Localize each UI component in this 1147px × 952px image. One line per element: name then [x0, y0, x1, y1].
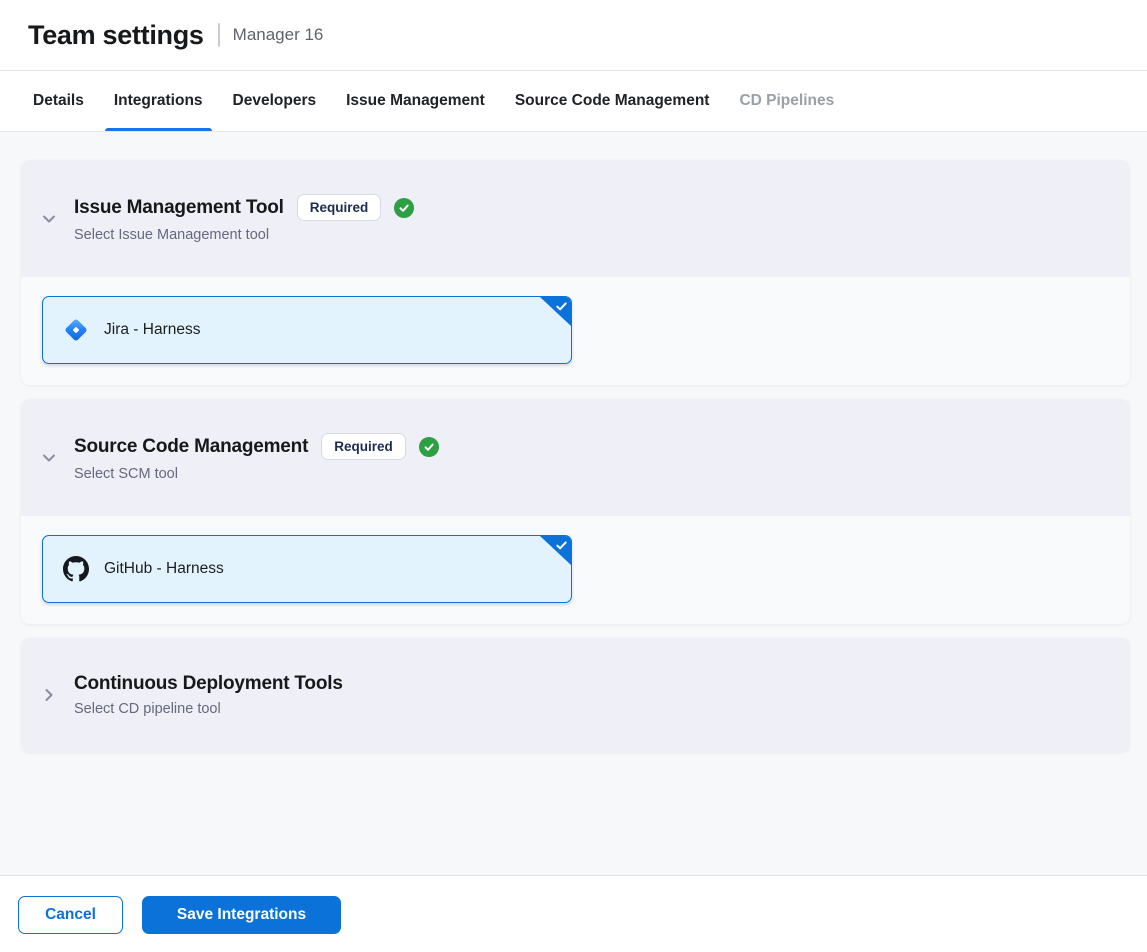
chevron-down-icon	[41, 211, 57, 227]
option-card-jira-harness[interactable]: Jira - Harness	[42, 296, 572, 364]
page-title: Team settings	[28, 20, 204, 51]
tab-bar: Details Integrations Developers Issue Ma…	[0, 71, 1147, 132]
section-issue-management-tool: Issue Management Tool Required Select Is…	[21, 160, 1130, 385]
section-subtitle: Select Issue Management tool	[74, 227, 414, 243]
tab-details[interactable]: Details	[24, 71, 93, 131]
option-card-github-harness[interactable]: GitHub - Harness	[42, 535, 572, 603]
cancel-button[interactable]: Cancel	[18, 896, 123, 934]
section-title: Continuous Deployment Tools	[74, 673, 343, 695]
section-body: Jira - Harness	[21, 277, 1130, 385]
title-separator	[218, 23, 220, 47]
github-icon	[63, 556, 89, 582]
tab-integrations[interactable]: Integrations	[105, 71, 212, 131]
section-header-cd-tools[interactable]: Continuous Deployment Tools Select CD pi…	[21, 638, 1130, 752]
tab-issue-management[interactable]: Issue Management	[337, 71, 494, 131]
tab-cd-pipelines: CD Pipelines	[730, 71, 843, 131]
selected-check-icon	[540, 297, 571, 326]
section-header-scm[interactable]: Source Code Management Required Select S…	[21, 399, 1130, 516]
section-subtitle: Select SCM tool	[74, 466, 439, 482]
chevron-down-icon	[41, 450, 57, 466]
required-badge: Required	[297, 194, 382, 221]
section-subtitle: Select CD pipeline tool	[74, 701, 343, 717]
section-title: Source Code Management	[74, 436, 308, 458]
jira-icon	[63, 317, 89, 343]
option-label: Jira - Harness	[104, 321, 200, 339]
chevron-right-icon	[41, 687, 57, 703]
required-badge: Required	[321, 433, 406, 460]
integrations-panel: Issue Management Tool Required Select Is…	[0, 132, 1147, 875]
page-header: Team settings Manager 16	[0, 0, 1147, 71]
tab-source-code-management[interactable]: Source Code Management	[506, 71, 719, 131]
selected-check-icon	[540, 536, 571, 565]
check-circle-icon	[394, 198, 414, 218]
save-integrations-button[interactable]: Save Integrations	[142, 896, 341, 934]
option-label: GitHub - Harness	[104, 560, 224, 578]
section-continuous-deployment-tools: Continuous Deployment Tools Select CD pi…	[21, 638, 1130, 752]
section-title: Issue Management Tool	[74, 197, 284, 219]
check-circle-icon	[419, 437, 439, 457]
section-source-code-management: Source Code Management Required Select S…	[21, 399, 1130, 624]
footer-action-bar: Cancel Save Integrations	[0, 875, 1147, 952]
section-header-issue-management[interactable]: Issue Management Tool Required Select Is…	[21, 160, 1130, 277]
page-subtitle: Manager 16	[233, 25, 324, 45]
tab-developers[interactable]: Developers	[224, 71, 326, 131]
section-body: GitHub - Harness	[21, 516, 1130, 624]
